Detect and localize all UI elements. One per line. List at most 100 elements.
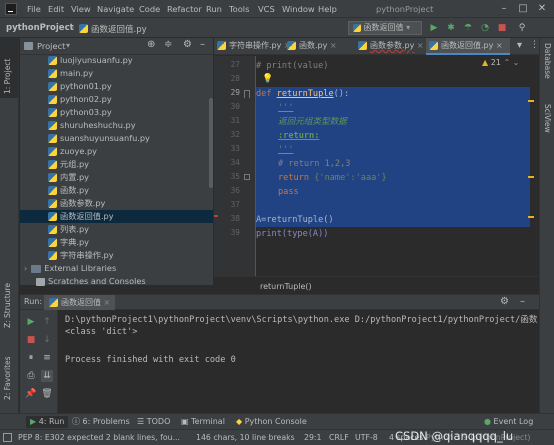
scroll-down-icon[interactable]: ↓ [41, 334, 53, 346]
tree-item[interactable]: 字符串操作.py [20, 249, 213, 262]
tree-item-scratches[interactable]: Scratches and Consoles [20, 275, 213, 288]
maximize-icon[interactable]: □ [513, 2, 533, 16]
chevron-down-icon[interactable]: ⌄ [513, 58, 520, 67]
menu-refactor[interactable]: Refactor [167, 4, 202, 14]
menu-view[interactable]: View [71, 4, 91, 14]
stop-icon[interactable]: ■ [496, 22, 508, 34]
status-line-separator[interactable]: CRLF [329, 433, 349, 442]
menu-edit[interactable]: Edit [48, 4, 64, 14]
lightbulb-icon[interactable]: 💡 [262, 74, 273, 84]
stripe-database-label[interactable]: Database [543, 43, 552, 79]
tree-item[interactable]: python03.py [20, 106, 213, 119]
close-tab-icon[interactable]: × [104, 298, 111, 307]
tree-item[interactable]: suanshuyunsuanfu.py [20, 132, 213, 145]
tree-item[interactable]: 内置.py [20, 171, 213, 184]
tab-terminal[interactable]: ▣ Terminal [181, 416, 225, 428]
locate-icon[interactable]: ⊕ [147, 39, 155, 50]
tree-item[interactable]: luojiyunsuanfu.py [20, 54, 213, 67]
hide-icon[interactable]: – [200, 39, 205, 50]
delete-icon[interactable]: 🗑 [41, 388, 53, 400]
collapse-all-icon[interactable]: ≑ [164, 39, 172, 50]
profile-icon[interactable]: ◔ [479, 22, 491, 34]
menu-help[interactable]: Help [318, 4, 337, 14]
breadcrumb-file[interactable]: 函数返回值.py [91, 23, 147, 35]
tab-run[interactable]: ▶ 4: Run [26, 416, 69, 428]
stripe-favorites-label[interactable]: 2: Favorites [3, 356, 12, 400]
stop-icon[interactable]: ■ [25, 334, 37, 346]
menu-window[interactable]: Window [282, 4, 315, 14]
hide-icon[interactable]: – [520, 296, 525, 307]
tree-item[interactable]: 列表.py [20, 223, 213, 236]
tree-item[interactable]: 元组.py [20, 158, 213, 171]
inspection-widget[interactable]: ▲ 21 ⌃ ⌄ [482, 58, 519, 67]
wrap-icon[interactable]: ⏸ [25, 352, 37, 364]
tab-function-return[interactable]: 函数返回值.py × [426, 38, 510, 55]
scroll-to-end-icon[interactable]: ⇊ [41, 370, 53, 382]
menu-tools[interactable]: Tools [229, 4, 249, 14]
close-tab-icon[interactable]: × [496, 41, 503, 50]
coverage-icon[interactable]: ☂ [462, 22, 474, 34]
soft-wrap-icon[interactable]: ≡ [41, 352, 53, 364]
rerun-icon[interactable]: ▶ [25, 316, 37, 328]
run-icon[interactable]: ▶ [428, 22, 440, 34]
tree-item-external-libraries[interactable]: › External Libraries [20, 262, 213, 275]
tab-string-ops[interactable]: 字符串操作.py × [214, 38, 291, 55]
status-message[interactable]: PEP 8: E302 expected 2 blank lines, fou.… [18, 433, 180, 442]
run-config-select[interactable]: 函数返回值 ▾ [348, 21, 422, 35]
tree-item[interactable]: 函数.py [20, 184, 213, 197]
project-scrollbar[interactable] [209, 98, 213, 188]
run-tab[interactable]: 函数返回值 × [44, 295, 116, 310]
tabs-menu-icon[interactable]: ⋮ [530, 40, 539, 50]
tree-item[interactable]: 函数参数.py [20, 197, 213, 210]
tab-problems[interactable]: ⓘ 6: Problems [72, 416, 130, 428]
breadcrumb-project[interactable]: pythonProject [6, 23, 74, 33]
tab-label: 函数参数.py [370, 41, 415, 50]
status-encoding[interactable]: UTF-8 [355, 433, 378, 442]
layout-icon[interactable] [3, 433, 12, 442]
status-caret-position[interactable]: 29:1 [304, 433, 322, 442]
chevron-down-icon[interactable]: ▾ [66, 41, 70, 50]
tabs-overflow-icon[interactable]: ▾ [517, 40, 522, 51]
menu-run[interactable]: Run [206, 4, 222, 14]
tree-item[interactable]: zuoye.py [20, 145, 213, 158]
tab-todo[interactable]: ☰ TODO [137, 416, 170, 428]
gear-icon[interactable]: ⚙ [183, 39, 192, 50]
event-log-button[interactable]: ● Event Log [484, 416, 533, 428]
tab-function-params[interactable]: 函数参数.py × [355, 38, 425, 55]
tree-item[interactable]: main.py [20, 67, 213, 80]
print-icon[interactable]: ⎙ [25, 370, 37, 382]
tree-item-selected[interactable]: 函数返回值.py [20, 210, 213, 223]
stripe-project-label[interactable]: 1: Project [3, 59, 12, 94]
debug-icon[interactable]: ✱ [445, 22, 457, 34]
menu-vcs[interactable]: VCS [258, 4, 275, 14]
code-editor[interactable]: # print(value) 💡 def returnTuple(): ''' … [256, 56, 534, 285]
menu-navigate[interactable]: Navigate [97, 4, 134, 14]
project-panel-title[interactable]: Project [37, 41, 65, 51]
menu-code[interactable]: Code [139, 4, 160, 14]
editor-breadcrumb[interactable]: returnTuple() [260, 282, 312, 291]
close-tab-icon[interactable]: × [417, 41, 424, 50]
stripe-sciview-label[interactable]: SciView [543, 104, 552, 133]
gear-icon[interactable]: ⚙ [500, 296, 509, 307]
minimize-icon[interactable]: – [494, 2, 514, 16]
stripe-structure-label[interactable]: Z: Structure [3, 283, 12, 328]
fold-icon[interactable] [244, 90, 250, 98]
chevron-up-icon[interactable]: ⌃ [503, 58, 510, 67]
menu-file[interactable]: File [27, 4, 41, 14]
tree-item[interactable]: python01.py [20, 80, 213, 93]
tree-item[interactable]: shuruheshuchu.py [20, 119, 213, 132]
tab-functions[interactable]: 函数.py × [284, 38, 337, 55]
close-tab-icon[interactable]: × [330, 41, 337, 50]
search-icon[interactable]: ⚲ [516, 22, 528, 34]
tree-item[interactable]: python02.py [20, 93, 213, 106]
warning-marker[interactable] [528, 176, 534, 178]
tree-item[interactable]: 字典.py [20, 236, 213, 249]
fold-end-icon[interactable] [244, 174, 250, 180]
warning-marker[interactable] [528, 100, 534, 102]
scroll-up-icon[interactable]: ↑ [41, 316, 53, 328]
chevron-right-icon: › [71, 23, 75, 33]
close-window-icon[interactable]: ✕ [532, 2, 552, 16]
warning-marker[interactable] [528, 216, 534, 218]
pin-icon[interactable]: 📌 [25, 388, 37, 400]
tab-python-console[interactable]: ◆ Python Console [236, 416, 307, 428]
